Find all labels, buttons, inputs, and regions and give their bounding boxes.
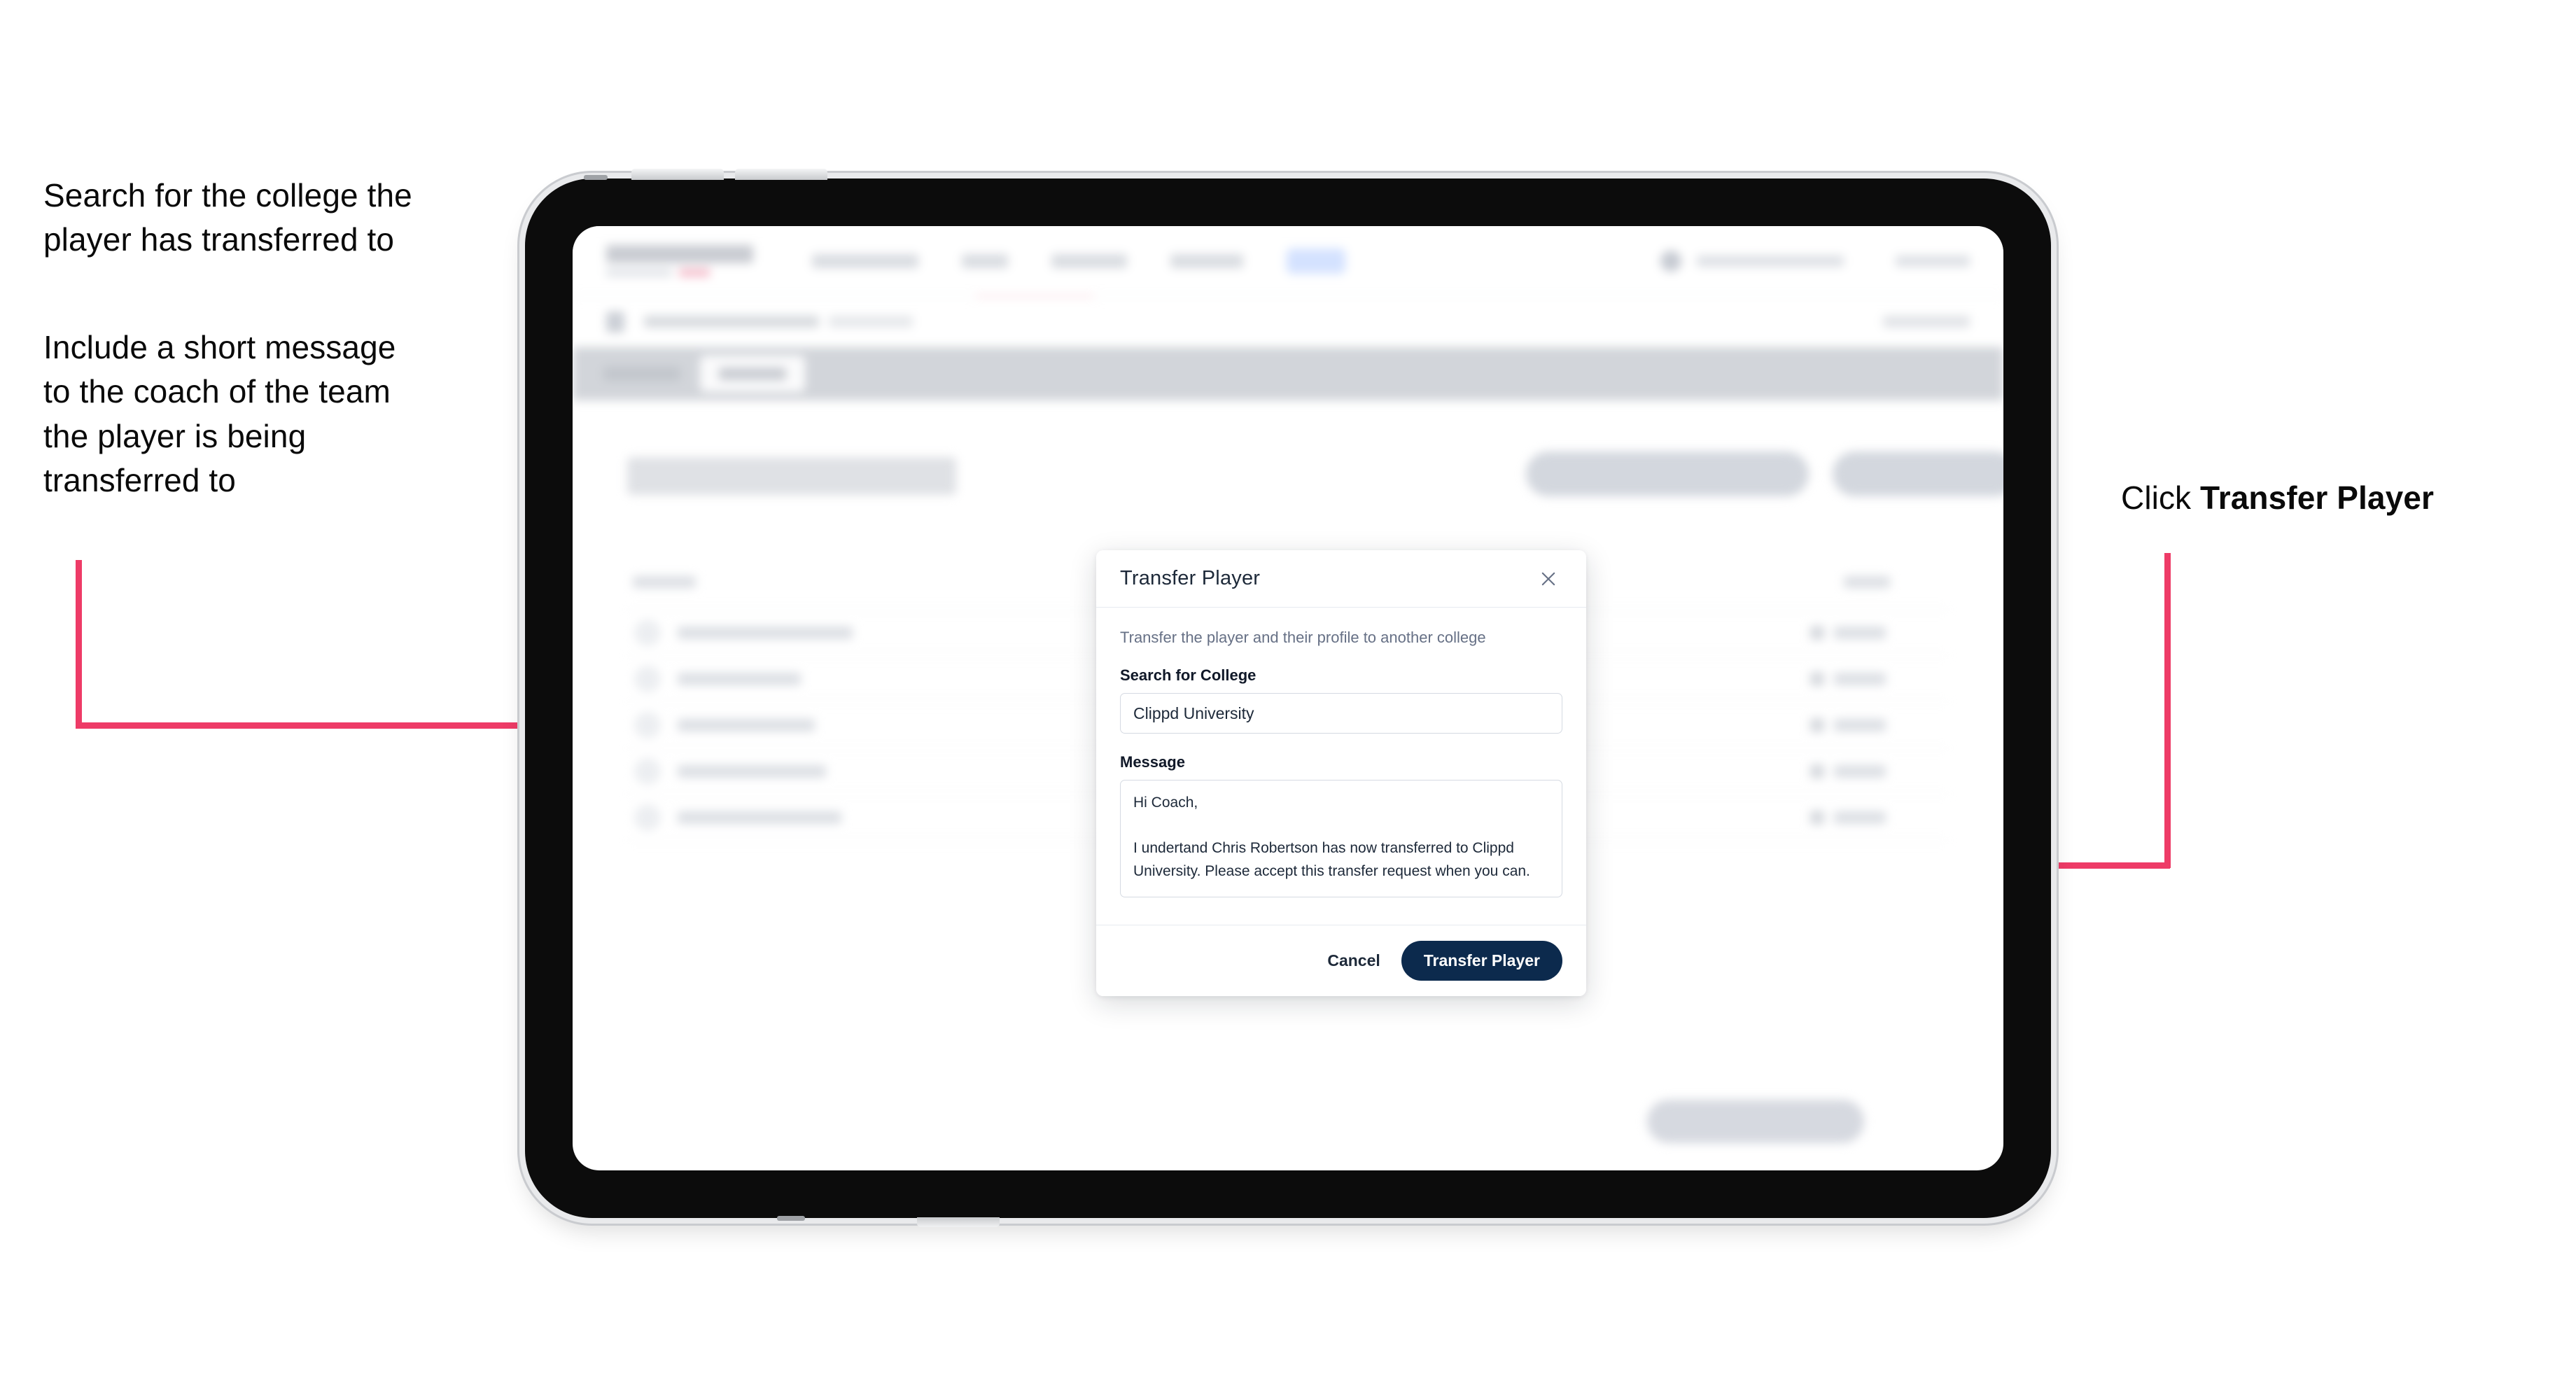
row-avatar xyxy=(634,620,661,646)
dialog-title: Transfer Player xyxy=(1120,567,1261,589)
annotation-right-click-transfer: Click Transfer Player xyxy=(2121,476,2555,520)
dialog-header: Transfer Player xyxy=(1096,550,1586,608)
breadcrumb-secondary xyxy=(829,316,913,328)
pencil-icon xyxy=(1810,718,1824,732)
main-nav xyxy=(812,248,1345,274)
row-edit-button[interactable] xyxy=(1834,626,1886,639)
search-college-input[interactable] xyxy=(1120,693,1562,734)
section-tabs xyxy=(573,347,2003,400)
annotation-right-bold: Transfer Player xyxy=(2200,479,2434,516)
close-icon[interactable] xyxy=(1534,565,1562,593)
app-subheader xyxy=(573,297,2003,347)
nav-item-active-pill[interactable] xyxy=(1287,248,1345,274)
tablet-device-frame: Transfer Player Transfer the player and … xyxy=(525,169,2051,1227)
row-edit-button[interactable] xyxy=(1834,765,1886,778)
tab-roster[interactable] xyxy=(700,356,805,392)
screenshot-canvas: Search for the college the player has tr… xyxy=(0,0,2576,1386)
nav-item-2[interactable] xyxy=(962,253,1008,268)
sign-out-link[interactable] xyxy=(1896,255,1970,267)
row-edit-button[interactable] xyxy=(1834,719,1886,732)
row-name xyxy=(678,811,841,824)
annotation-left-search-college: Search for the college the player has tr… xyxy=(43,177,412,258)
nav-item-4[interactable] xyxy=(1170,253,1243,268)
row-name xyxy=(678,765,826,778)
request-player-transfer-button[interactable] xyxy=(1526,451,1809,496)
avatar[interactable] xyxy=(1660,250,1681,272)
transfer-player-button[interactable]: Transfer Player xyxy=(1401,941,1562,981)
row-avatar xyxy=(634,804,661,831)
nav-item-3[interactable] xyxy=(1051,253,1127,268)
dialog-footer: Cancel Transfer Player xyxy=(1096,925,1586,996)
tablet-screen: Transfer Player Transfer the player and … xyxy=(573,226,2003,1170)
volume-down-button[interactable] xyxy=(735,169,827,180)
device-microphone xyxy=(584,175,608,180)
volume-up-button[interactable] xyxy=(631,169,724,180)
row-edit-button[interactable] xyxy=(1834,811,1886,824)
annotation-connector-left-vertical xyxy=(76,560,82,728)
tab-details[interactable] xyxy=(603,367,680,381)
app-logo xyxy=(606,245,773,276)
pencil-icon xyxy=(1810,672,1824,686)
message-textarea[interactable] xyxy=(1120,780,1562,897)
row-avatar xyxy=(634,758,661,785)
pencil-icon xyxy=(1810,764,1824,778)
college-field-label: Search for College xyxy=(1120,666,1256,684)
save-and-continue-button[interactable] xyxy=(1647,1100,1864,1143)
subheader-cancel-link[interactable] xyxy=(1883,316,1970,328)
page-title xyxy=(627,457,956,495)
dialog-subtitle: Transfer the player and their profile to… xyxy=(1120,629,1486,646)
app-header xyxy=(573,226,2003,296)
cancel-button[interactable]: Cancel xyxy=(1327,951,1380,970)
nav-item-1[interactable] xyxy=(812,253,918,268)
row-avatar xyxy=(634,712,661,738)
annotation-connector-right-vertical xyxy=(2164,553,2171,868)
user-email xyxy=(1697,255,1844,267)
row-edit-button[interactable] xyxy=(1834,673,1886,685)
pencil-icon xyxy=(1810,811,1824,825)
annotation-right-prefix: Click xyxy=(2121,479,2201,516)
dialog-body: Transfer the player and their profile to… xyxy=(1096,608,1586,925)
row-name xyxy=(678,719,815,732)
power-button[interactable] xyxy=(917,1217,1000,1227)
row-name xyxy=(678,673,801,685)
pencil-icon xyxy=(1810,626,1824,640)
breadcrumb-primary[interactable] xyxy=(644,316,819,328)
row-avatar xyxy=(634,666,661,692)
annotation-left-include-message: Include a short message to the coach of … xyxy=(43,329,396,499)
device-speaker xyxy=(777,1216,805,1221)
header-user-area xyxy=(1660,250,1970,272)
row-name xyxy=(678,626,853,639)
add-player-button[interactable] xyxy=(1833,451,2003,496)
transfer-player-dialog: Transfer Player Transfer the player and … xyxy=(1096,550,1586,996)
breadcrumb-icon xyxy=(606,311,624,332)
message-field-label: Message xyxy=(1120,753,1185,771)
